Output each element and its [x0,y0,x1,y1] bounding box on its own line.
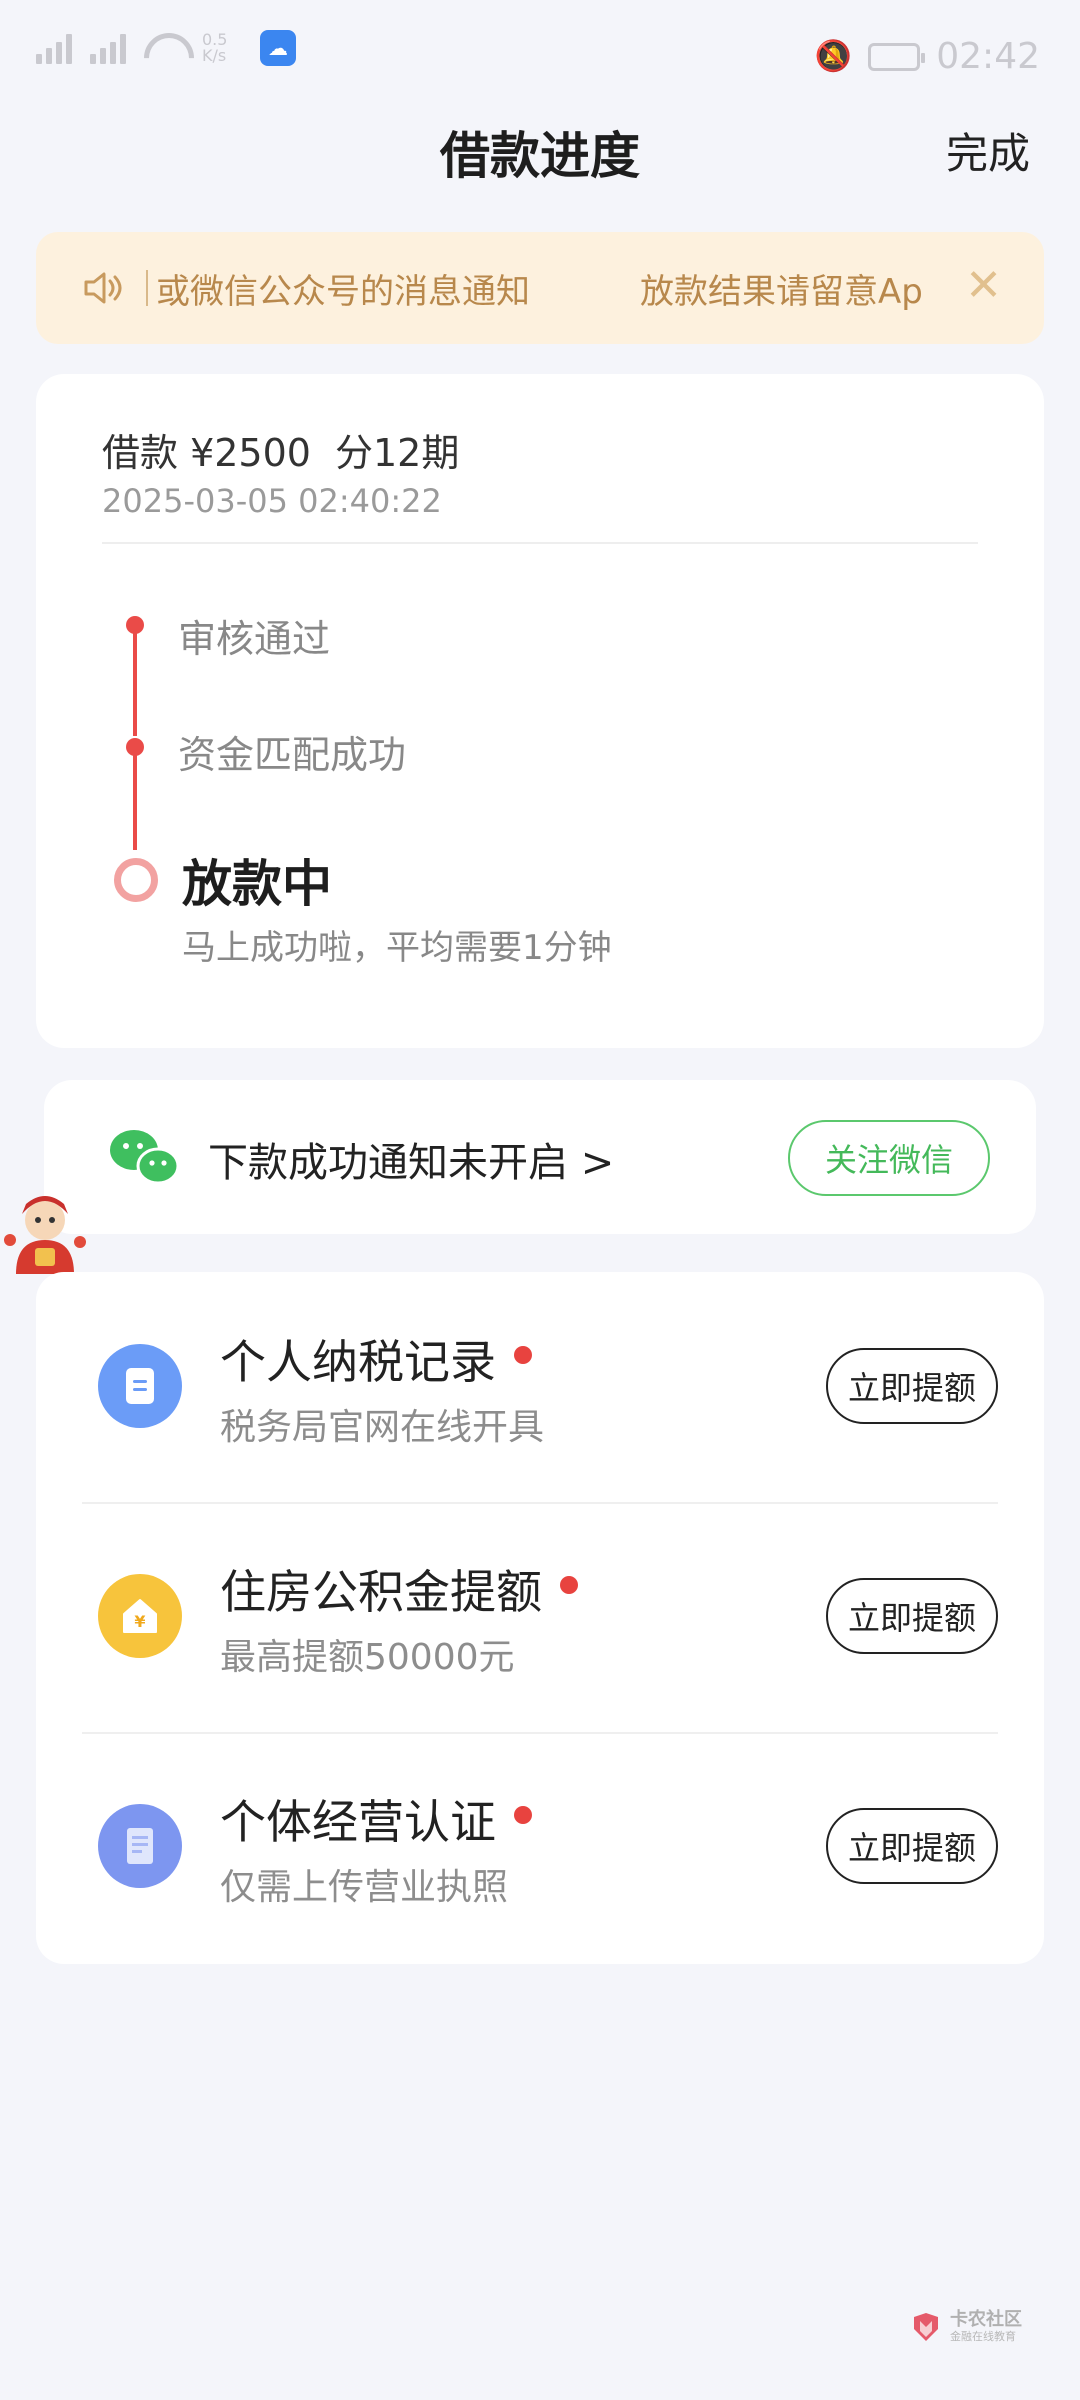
signal-icon [90,32,126,64]
step-current-ring [114,858,158,902]
mascot-icon[interactable] [2,1190,88,1276]
new-badge-dot [560,1576,578,1594]
wifi-icon [144,33,184,63]
loan-summary: 借款 ¥2500 分12期 [102,422,483,477]
step-label-2: 资金匹配成功 [178,733,407,777]
raise-quota-button[interactable]: 立即提额 [826,1578,998,1654]
loan-time: 2025-03-05 02:40:22 [102,482,442,520]
watermark-logo-icon [914,2313,938,2341]
step-current-label: 放款中 [182,855,332,913]
done-button[interactable]: 完成 [946,120,1030,181]
notice-text-2: 放款结果请留意Ap [640,272,923,312]
close-icon[interactable]: ✕ [965,260,1002,311]
document-icon [98,1344,182,1428]
list-item[interactable]: 个人纳税记录 税务局官网在线开具 立即提额 [36,1272,1044,1502]
quota-title: 个体经营认证 [220,1795,496,1849]
quota-subtitle: 最高提额50000元 [220,1637,515,1678]
step-label-1: 审核通过 [178,617,331,661]
divider [102,542,978,544]
step-line [133,632,137,736]
battery-icon [868,42,926,71]
status-left: 0.5 K/s ☁ [36,30,296,66]
paper-icon [98,1804,182,1888]
loan-term: 分12期 [334,431,460,475]
quota-subtitle: 税务局官网在线开具 [220,1407,545,1448]
follow-wechat-button[interactable]: 关注微信 [788,1120,990,1196]
notice-divider [146,270,148,306]
status-time: 02:42 [936,36,1040,77]
step-line [133,754,137,850]
weather-app-icon: ☁ [260,30,296,66]
header: 借款进度 完成 [0,110,1080,190]
quota-list-card: 个人纳税记录 税务局官网在线开具 立即提额 ¥ 住房公积金提额 最高提额5000… [36,1272,1044,1964]
raise-quota-button[interactable]: 立即提额 [826,1348,998,1424]
notice-banner: 或微信公众号的消息通知 放款结果请留意Ap ✕ [36,232,1044,344]
quota-title: 个人纳税记录 [220,1335,496,1389]
watermark-subtext: 金融在线教育 [950,2330,1016,2343]
house-yuan-icon: ¥ [98,1574,182,1658]
wechat-notify-text[interactable]: 下款成功通知未开启 > [208,1130,614,1188]
page-title: 借款进度 [440,127,640,185]
raise-quota-button[interactable]: 立即提额 [826,1808,998,1884]
loan-progress-card: 借款 ¥2500 分12期 2025-03-05 02:40:22 审核通过 资金… [36,374,1044,1048]
list-item[interactable]: 个体经营认证 仅需上传营业执照 立即提额 [36,1732,1044,1962]
svg-text:¥: ¥ [134,1612,145,1631]
wechat-notify-card[interactable]: 下款成功通知未开启 > 关注微信 [44,1080,1036,1234]
mute-icon: 🔕 [814,39,853,74]
status-right: 🔕 02:42 [815,36,1040,77]
wechat-icon [110,1130,180,1185]
speaker-icon [84,272,122,304]
notice-text-1: 或微信公众号的消息通知 [156,272,530,312]
new-badge-dot [514,1346,532,1364]
list-item[interactable]: ¥ 住房公积金提额 最高提额50000元 立即提额 [36,1502,1044,1732]
quota-title: 住房公积金提额 [220,1565,542,1619]
net-speed: 0.5 K/s [202,30,228,65]
status-bar: 0.5 K/s ☁ 🔕 02:42 [0,0,1080,120]
loan-amount: 借款 ¥2500 [102,431,311,475]
quota-subtitle: 仅需上传营业执照 [220,1867,509,1908]
step-current-sub: 马上成功啦，平均需要1分钟 [182,928,612,968]
signal-icon [36,32,72,64]
watermark-text: 卡农社区 [950,2309,1022,2330]
watermark: 卡农社区 金融在线教育 [910,2310,1022,2344]
new-badge-dot [514,1806,532,1824]
